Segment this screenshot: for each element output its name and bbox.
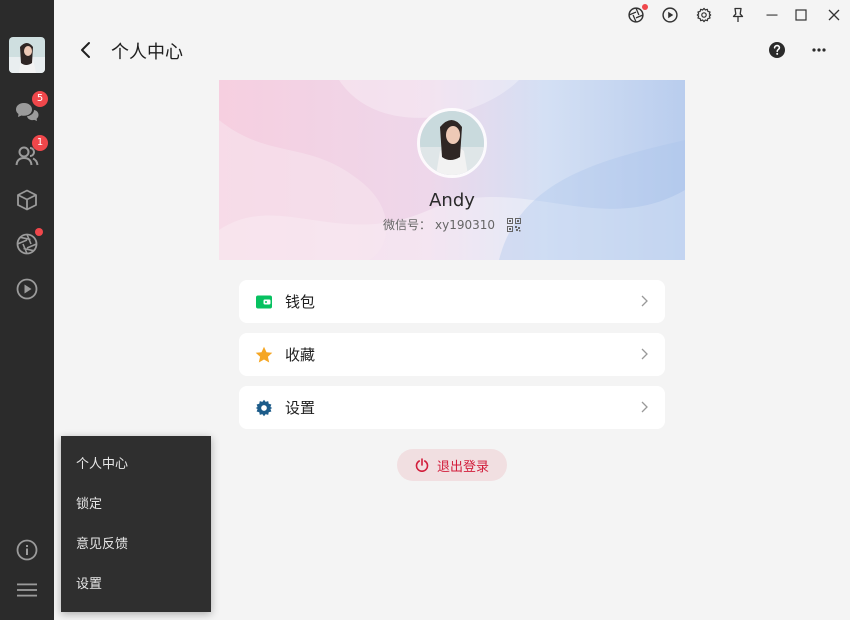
popup-item-lock[interactable]: 锁定 (61, 485, 211, 525)
maximize-icon (795, 9, 807, 21)
titlebar-pin[interactable] (729, 6, 747, 24)
sidebar-channels[interactable] (14, 276, 40, 302)
profile-name: Andy (429, 190, 475, 211)
titlebar-close[interactable] (825, 6, 843, 24)
gear-icon (255, 399, 273, 416)
close-icon (828, 9, 840, 21)
wallet-label: 钱包 (285, 293, 316, 311)
sidebar-contacts[interactable]: 1 (14, 135, 48, 169)
aperture-icon (628, 7, 644, 23)
chevron-left-icon (81, 42, 90, 58)
hamburger-icon (17, 583, 37, 597)
profile-banner: Andy 微信号： xy190310 (219, 80, 685, 260)
titlebar-moments-dot (642, 4, 648, 10)
sidebar-info[interactable] (14, 537, 40, 563)
wechat-id-row: 微信号： xy190310 (219, 216, 685, 233)
sidebar: 5 1 (0, 0, 54, 620)
sidebar-popup-menu: 个人中心 锁定 意见反馈 设置 (61, 436, 211, 612)
power-icon (415, 458, 429, 472)
help-button[interactable] (768, 41, 786, 59)
logout-label: 退出登录 (436, 459, 489, 475)
chevron-right-icon (641, 348, 648, 360)
minimize-icon (766, 14, 778, 16)
settings-item[interactable]: 设置 (239, 386, 665, 429)
titlebar-maximize[interactable] (792, 6, 810, 24)
back-button[interactable] (76, 40, 96, 60)
profile-avatar[interactable] (417, 108, 487, 178)
play-circle-icon (662, 7, 678, 23)
page-title: 个人中心 (111, 42, 183, 63)
logout-button[interactable]: 退出登录 (397, 449, 507, 481)
aperture-icon (16, 233, 38, 255)
titlebar-moments[interactable] (627, 4, 648, 24)
more-button[interactable] (810, 41, 828, 59)
chevron-right-icon (641, 295, 648, 307)
wechat-id-label: 微信号： (382, 218, 431, 232)
moments-dot (35, 228, 43, 236)
help-icon (769, 42, 785, 58)
titlebar-minimize[interactable] (763, 6, 781, 24)
titlebar-settings[interactable] (695, 6, 713, 24)
favorites-label: 收藏 (285, 346, 316, 364)
sidebar-moments[interactable] (14, 228, 43, 257)
sidebar-chat[interactable]: 5 (14, 91, 48, 125)
wechat-id-value: xy190310 (435, 217, 496, 232)
qr-code-icon[interactable] (507, 217, 522, 232)
sidebar-menu[interactable] (14, 577, 40, 603)
cube-icon (17, 189, 37, 211)
sidebar-avatar[interactable] (9, 37, 45, 73)
chat-badge: 5 (32, 91, 48, 107)
star-icon (255, 346, 273, 362)
settings-label: 设置 (285, 399, 316, 417)
sidebar-miniprogram[interactable] (14, 187, 40, 213)
titlebar-channels[interactable] (661, 6, 679, 24)
wallet-item[interactable]: 钱包 (239, 280, 665, 323)
contacts-badge: 1 (32, 135, 48, 151)
chevron-right-icon (641, 401, 648, 413)
play-circle-icon (16, 278, 38, 300)
popup-item-settings[interactable]: 设置 (61, 565, 211, 605)
popup-item-feedback[interactable]: 意见反馈 (61, 525, 211, 565)
pin-icon (732, 7, 744, 22)
info-icon (16, 539, 38, 561)
favorites-item[interactable]: 收藏 (239, 333, 665, 376)
gear-icon (696, 7, 712, 23)
popup-item-profile[interactable]: 个人中心 (61, 445, 211, 485)
more-icon (812, 48, 826, 52)
wallet-icon (256, 295, 272, 308)
